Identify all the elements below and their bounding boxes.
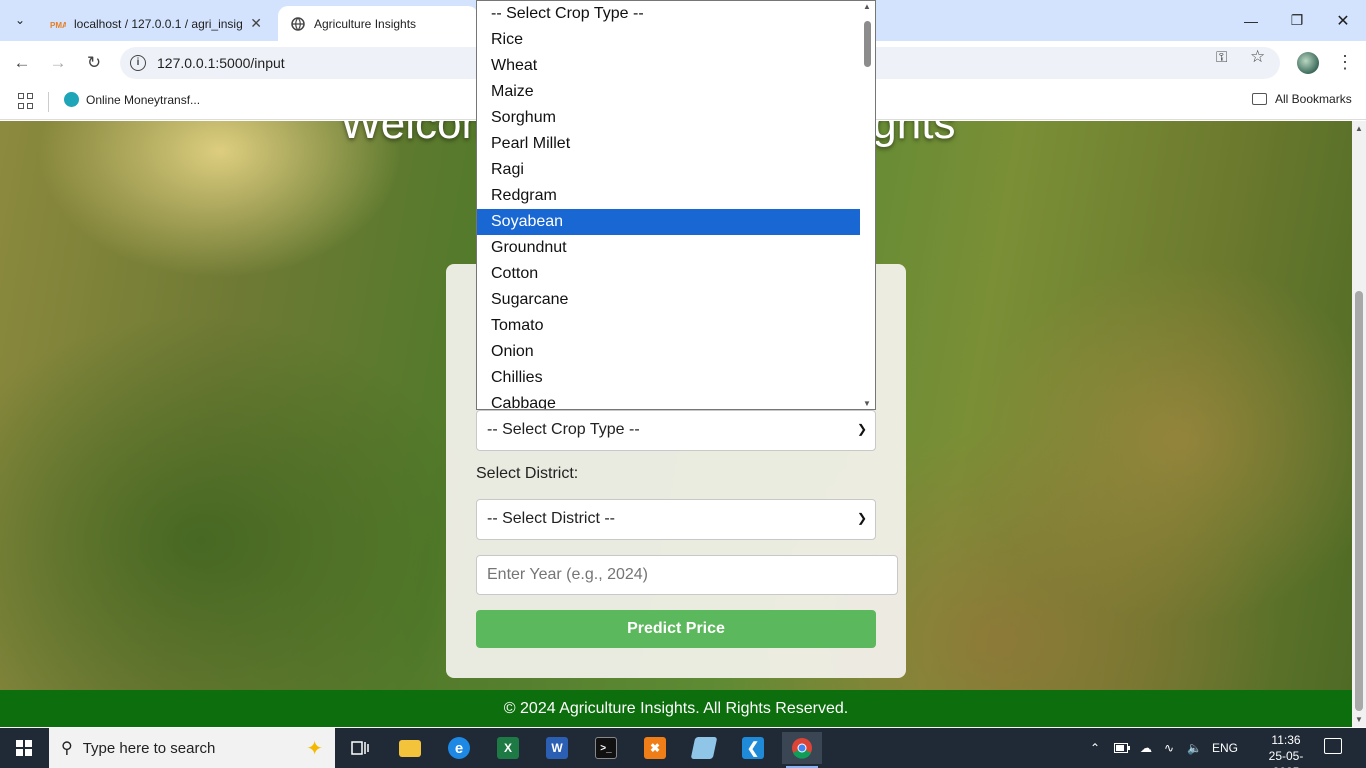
- forward-icon[interactable]: →: [44, 49, 72, 77]
- file-explorer-icon[interactable]: [390, 732, 430, 764]
- divider: [48, 92, 49, 112]
- chevron-down-icon: ❯: [856, 422, 867, 436]
- tab-agriculture-insights[interactable]: Agriculture Insights: [278, 6, 478, 41]
- bookmark-star-icon[interactable]: ☆: [1250, 47, 1265, 67]
- edge-icon[interactable]: e: [439, 732, 479, 764]
- tab-title: Agriculture Insights: [314, 16, 417, 31]
- bookmark-favicon-icon: [64, 92, 79, 107]
- dropdown-option[interactable]: Ragi: [477, 157, 860, 183]
- tab-title: localhost / 127.0.0.1 / agri_insig: [74, 16, 243, 31]
- all-bookmarks-button[interactable]: All Bookmarks: [1252, 92, 1352, 106]
- password-key-icon[interactable]: ⚿: [1216, 49, 1227, 66]
- xampp-icon[interactable]: ✖: [635, 732, 675, 764]
- scroll-down-icon[interactable]: ▼: [863, 399, 871, 408]
- clock-time: 11:36: [1271, 733, 1301, 747]
- phpmyadmin-icon: PMA: [50, 16, 66, 32]
- scroll-up-icon[interactable]: ▲: [1355, 124, 1363, 133]
- wifi-icon[interactable]: ∿: [1164, 728, 1174, 768]
- dropdown-option[interactable]: -- Select Crop Type --: [477, 1, 860, 27]
- restore-icon[interactable]: ❐: [1274, 0, 1320, 41]
- copilot-sparkle-icon[interactable]: ✦: [306, 736, 323, 761]
- district-select[interactable]: -- Select District -- ❯: [476, 499, 876, 540]
- search-icon: ⚲: [61, 740, 73, 757]
- terminal-icon[interactable]: >_: [586, 732, 626, 764]
- crop-type-select-value: -- Select Crop Type --: [487, 421, 640, 438]
- taskbar-search-placeholder: Type here to search: [82, 739, 216, 757]
- year-input[interactable]: [476, 555, 898, 595]
- windows-taskbar: ⚲ Type here to search ✦ e X W >_ ✖ ❮ ⌃ ☁…: [0, 728, 1366, 768]
- dropdown-option[interactable]: Onion: [477, 339, 860, 365]
- taskbar-search[interactable]: ⚲ Type here to search ✦: [49, 728, 335, 768]
- start-button[interactable]: [0, 728, 48, 768]
- show-hidden-icons-icon[interactable]: ⌃: [1090, 728, 1100, 768]
- crop-type-dropdown-list: -- Select Crop Type -- Rice Wheat Maize …: [476, 0, 876, 410]
- chrome-icon[interactable]: [782, 732, 822, 768]
- volume-icon[interactable]: 🔈: [1187, 728, 1202, 768]
- windows-logo-icon: [16, 740, 32, 756]
- system-clock[interactable]: 11:36 25-05-2025: [1256, 732, 1316, 768]
- bookmark-online-moneytransfer[interactable]: Online Moneytransf...: [64, 92, 200, 107]
- dropdown-option[interactable]: Cotton: [477, 261, 860, 287]
- dropdown-option[interactable]: Cabbage: [477, 391, 860, 409]
- meet-now-icon[interactable]: ☁: [1140, 728, 1152, 768]
- notification-center-icon[interactable]: [1324, 738, 1342, 754]
- scroll-down-icon[interactable]: ▼: [1355, 715, 1363, 724]
- battery-icon[interactable]: [1114, 728, 1130, 768]
- task-view-icon[interactable]: [340, 732, 380, 764]
- bookmark-label: Online Moneytransf...: [86, 92, 201, 107]
- predict-price-button[interactable]: Predict Price: [476, 610, 876, 648]
- profile-avatar[interactable]: [1297, 52, 1319, 74]
- dropdown-option-highlighted[interactable]: Soyabean: [477, 209, 860, 235]
- site-info-icon[interactable]: i: [130, 55, 146, 71]
- district-select-value: -- Select District --: [487, 510, 615, 527]
- page-scrollbar[interactable]: ▲ ▼: [1352, 121, 1366, 727]
- scroll-up-icon[interactable]: ▲: [863, 2, 871, 11]
- svg-text:PMA: PMA: [50, 21, 66, 30]
- dropdown-scrollbar[interactable]: ▲ ▼: [860, 1, 875, 409]
- page-footer: © 2024 Agriculture Insights. All Rights …: [0, 690, 1352, 727]
- vscode-icon[interactable]: ❮: [733, 732, 773, 764]
- dropdown-option[interactable]: Sorghum: [477, 105, 860, 131]
- word-icon[interactable]: W: [537, 732, 577, 764]
- tab-search-dropdown-icon[interactable]: ⌄: [8, 8, 32, 32]
- globe-icon: [290, 16, 306, 32]
- apps-grid-icon[interactable]: [18, 93, 34, 109]
- dropdown-option[interactable]: Pearl Millet: [477, 131, 860, 157]
- close-icon[interactable]: ✕: [250, 15, 262, 32]
- dropdown-option[interactable]: Maize: [477, 79, 860, 105]
- back-icon[interactable]: ←: [8, 49, 36, 77]
- dropdown-option[interactable]: Sugarcane: [477, 287, 860, 313]
- url-text: 127.0.0.1:5000/input: [157, 55, 285, 71]
- reload-icon[interactable]: ↻: [80, 49, 108, 77]
- notepad-icon[interactable]: [684, 732, 724, 764]
- crop-type-select[interactable]: -- Select Crop Type -- ❯: [476, 410, 876, 451]
- dropdown-option[interactable]: Tomato: [477, 313, 860, 339]
- dropdown-option[interactable]: Redgram: [477, 183, 860, 209]
- chevron-down-icon: ❯: [856, 511, 867, 525]
- dropdown-option[interactable]: Chillies: [477, 365, 860, 391]
- language-indicator[interactable]: ENG: [1212, 728, 1238, 768]
- clock-date: 25-05-2025: [1268, 749, 1304, 768]
- kebab-menu-icon[interactable]: ⋮: [1336, 52, 1354, 73]
- all-bookmarks-label: All Bookmarks: [1275, 92, 1352, 106]
- district-label: Select District:: [476, 465, 579, 482]
- scrollbar-thumb[interactable]: [864, 21, 871, 67]
- tab-phpmyadmin[interactable]: PMA localhost / 127.0.0.1 / agri_insig ✕: [38, 6, 272, 41]
- dropdown-option[interactable]: Rice: [477, 27, 860, 53]
- minimize-icon[interactable]: —: [1228, 0, 1274, 41]
- scrollbar-thumb[interactable]: [1355, 291, 1363, 711]
- folder-icon: [1252, 93, 1267, 105]
- excel-icon[interactable]: X: [488, 732, 528, 764]
- dropdown-option[interactable]: Groundnut: [477, 235, 860, 261]
- dropdown-option[interactable]: Wheat: [477, 53, 860, 79]
- window-close-icon[interactable]: ✕: [1320, 0, 1366, 41]
